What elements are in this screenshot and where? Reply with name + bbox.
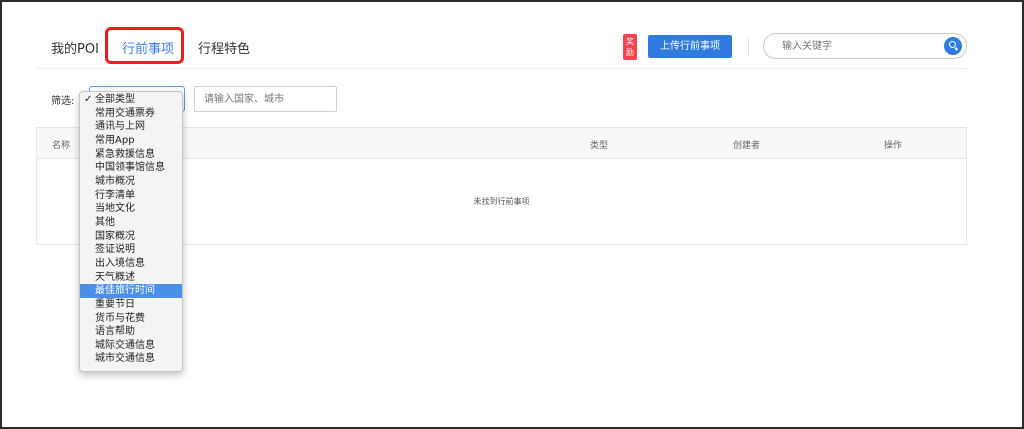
- dropdown-option[interactable]: 通讯与上网: [80, 120, 182, 134]
- dropdown-option-label: 当地文化: [95, 203, 135, 215]
- tab-trip-features[interactable]: 行程特色: [198, 38, 250, 57]
- dropdown-option-label: 城市交通信息: [95, 353, 155, 365]
- dropdown-option-label: 常用交通票券: [95, 107, 155, 119]
- dropdown-option-label: 通讯与上网: [95, 121, 145, 133]
- dropdown-option[interactable]: 城市交通信息: [80, 352, 182, 366]
- dropdown-option-label: 中国领事馆信息: [95, 162, 165, 174]
- tab-my-poi[interactable]: 我的POI: [51, 38, 99, 57]
- dropdown-option[interactable]: 其他: [80, 216, 182, 230]
- dropdown-option-label: 出入境信息: [95, 257, 145, 269]
- dropdown-option-label: 常用App: [95, 134, 135, 146]
- dropdown-option[interactable]: 国家概况: [80, 230, 182, 244]
- dropdown-option[interactable]: 当地文化: [80, 202, 182, 216]
- dropdown-option[interactable]: 出入境信息: [80, 257, 182, 271]
- upload-button[interactable]: 上传行前事项: [648, 35, 732, 58]
- dropdown-option-label: 签证说明: [95, 244, 135, 256]
- toolbar-divider: [748, 38, 749, 56]
- tab-highlight-box: [105, 27, 184, 64]
- dropdown-option[interactable]: 常用App: [80, 134, 182, 148]
- filter-label: 筛选:: [51, 96, 75, 107]
- dropdown-option[interactable]: 城际交通信息: [80, 339, 182, 353]
- column-name: 名称: [52, 141, 71, 151]
- header-divider: [36, 68, 966, 69]
- search-input[interactable]: [782, 34, 932, 58]
- column-creator: 创建者: [733, 141, 761, 151]
- dropdown-option-label: 重要节日: [95, 298, 135, 310]
- column-operations: 操作: [884, 141, 903, 151]
- dropdown-option[interactable]: 最佳旅行时间: [80, 284, 182, 298]
- dropdown-option-label: 行李清单: [95, 189, 135, 201]
- dropdown-option[interactable]: 城市概况: [80, 175, 182, 189]
- checkmark-icon: ✓: [84, 94, 93, 105]
- dropdown-option[interactable]: 常用交通票券: [80, 107, 182, 121]
- dropdown-option[interactable]: 紧急救援信息: [80, 148, 182, 162]
- city-input[interactable]: [194, 86, 337, 112]
- reward-badge: 奖励: [623, 34, 637, 60]
- dropdown-option-label: 其他: [95, 216, 115, 228]
- dropdown-option[interactable]: 行李清单: [80, 189, 182, 203]
- dropdown-option-label: 全部类型: [95, 94, 135, 105]
- dropdown-option-label: 天气概述: [95, 271, 135, 283]
- dropdown-option-label: 国家概况: [95, 230, 135, 242]
- dropdown-option[interactable]: 天气概述: [80, 271, 182, 285]
- dropdown-option-label: 语言帮助: [95, 326, 135, 338]
- search-button[interactable]: [944, 37, 962, 55]
- dropdown-option-label: 城市概况: [95, 175, 135, 187]
- type-dropdown-menu: ✓ 全部类型 常用交通票券 通讯与上网 常用App 紧急救援信息 中国领事馆信息 城市概况 行李…: [79, 91, 183, 372]
- column-type: 类型: [590, 141, 609, 151]
- search-box: [763, 33, 967, 59]
- dropdown-option[interactable]: ✓ 全部类型: [80, 93, 182, 107]
- dropdown-option-label: 货币与花费: [95, 312, 145, 324]
- dropdown-option[interactable]: 语言帮助: [80, 325, 182, 339]
- dropdown-option[interactable]: 重要节日: [80, 298, 182, 312]
- dropdown-option-label: 紧急救援信息: [95, 148, 155, 160]
- dropdown-option-label: 城际交通信息: [95, 339, 155, 351]
- dropdown-option-label: 最佳旅行时间: [95, 285, 155, 297]
- dropdown-option[interactable]: 货币与花费: [80, 312, 182, 326]
- dropdown-option[interactable]: 签证说明: [80, 243, 182, 257]
- dropdown-option[interactable]: 中国领事馆信息: [80, 161, 182, 175]
